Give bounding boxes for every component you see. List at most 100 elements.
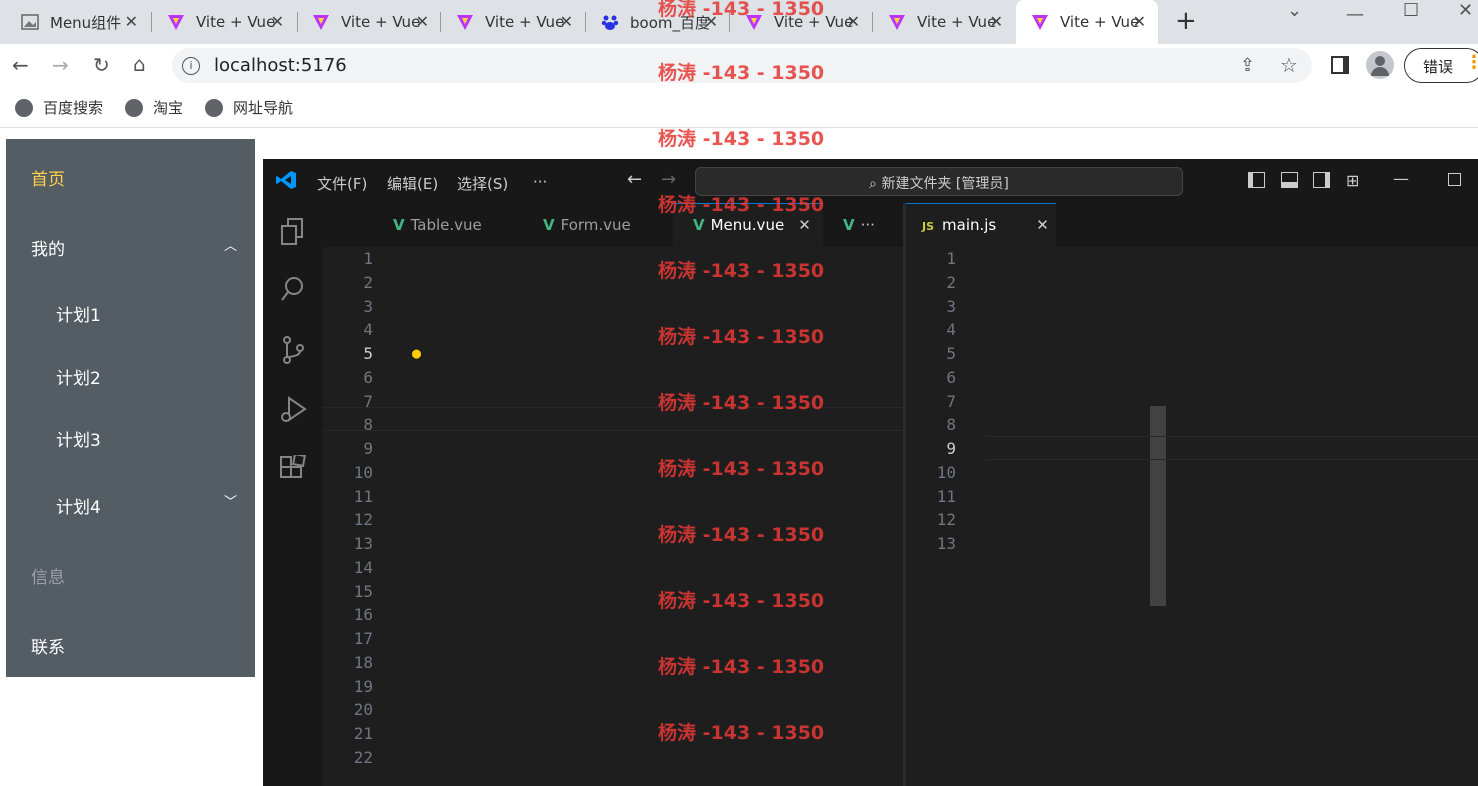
more-icon[interactable]: ⋮ [1465,52,1478,73]
tab-table-vue[interactable]: V Table.vue [393,203,482,247]
watermark: 杨涛 -143 - 1350 [658,392,825,414]
menu-file[interactable]: 文件(F) [317,173,367,194]
minimize-icon[interactable]: — [1346,4,1364,25]
watermark: 杨涛 -143 - 1350 [658,194,825,216]
watermark: 杨涛 -143 - 1350 [658,524,825,546]
menu-item-contact[interactable]: 联系 [31,633,65,658]
source-control-icon[interactable] [278,335,308,365]
vue-icon: V [693,216,705,234]
toggle-secondary-sidebar-icon[interactable] [1313,172,1330,188]
menu-item-plan3[interactable]: 计划3 [56,426,101,451]
chevron-up-icon[interactable]: ︿ [224,235,237,254]
vite-icon [455,12,475,32]
back-icon[interactable]: ← [12,53,29,77]
toggle-sidebar-icon[interactable] [1248,172,1265,188]
watermark: 杨涛 -143 - 1350 [658,656,825,678]
vue-icon: V [843,216,855,234]
maximize-icon[interactable]: ☐ [1403,0,1419,21]
right-code-editor[interactable]: 1 2 3 4 5 6 7 8 9 10 11 12 13 [906,247,1478,786]
watermark: 杨涛 -143 - 1350 [658,0,825,20]
menu-edit[interactable]: 编辑(E) [387,173,438,194]
share-icon[interactable]: ⇪ [1240,55,1255,76]
search-icon[interactable] [278,275,308,305]
browser-tab[interactable]: Vite + Vue ✕ [873,0,1015,44]
reload-icon[interactable]: ↻ [93,53,110,77]
vite-icon [887,12,907,32]
info-icon[interactable]: i [182,57,200,75]
close-icon[interactable]: ✕ [560,12,573,31]
close-icon[interactable]: ✕ [1036,216,1049,234]
chevron-down-icon[interactable]: ﹀ [224,491,237,510]
right-editor-tabs: JS main.js ✕ [906,203,1478,247]
menu-more[interactable]: ··· [533,173,547,191]
vite-icon [166,12,186,32]
close-window-icon[interactable]: ✕ [1458,0,1473,21]
bookmark-item[interactable]: 网址导航 [205,97,293,118]
close-icon[interactable]: ✕ [990,12,1003,31]
chevron-down-icon[interactable]: ⌄ [1287,0,1302,21]
home-icon[interactable]: ⌂ [133,52,146,76]
watermark: 杨涛 -143 - 1350 [658,326,825,348]
menu-item-info-disabled: 信息 [31,568,65,588]
activity-bar [263,203,323,786]
bookmark-item[interactable]: 淘宝 [125,97,183,118]
maximize-icon[interactable] [1448,173,1461,186]
close-icon[interactable]: ✕ [1133,12,1146,31]
back-arrow-icon[interactable]: ← [627,169,642,190]
vite-icon [1030,12,1050,32]
watermark: 杨涛 -143 - 1350 [658,458,825,480]
url-text[interactable]: localhost:5176 [214,55,347,76]
globe-icon [205,98,223,117]
menu-selection[interactable]: 选择(S) [457,173,508,194]
close-icon[interactable]: ✕ [847,12,860,31]
close-icon[interactable]: ✕ [271,12,284,31]
vertical-menu: 首页 我的 ︿ 计划1 计划2 计划3 计划4 ﹀ 信息 联系 [6,139,255,677]
browser-tab[interactable]: Vite + Vue ✕ [152,0,296,44]
globe-icon [125,98,143,117]
vscode-titlebar: 文件(F) 编辑(E) 选择(S) ··· ← → ⌕ 新建文件夹 [管理员] … [263,159,1478,203]
watermark: 杨涛 -143 - 1350 [658,62,825,84]
lightbulb-icon[interactable]: ● [412,344,421,362]
forward-arrow-icon[interactable]: → [661,169,676,190]
menu-item-home[interactable]: 首页 [31,165,65,190]
submenu-plan4[interactable]: 计划4 [56,493,101,518]
toggle-panel-icon[interactable] [1281,172,1298,188]
vite-icon [311,12,331,32]
globe-icon [15,98,33,117]
picture-icon [20,12,40,32]
browser-tab[interactable]: Vite + Vue ✕ [297,0,441,44]
browser-tab[interactable]: Menu组件 ✕ [0,0,150,44]
vscode-window: 文件(F) 编辑(E) 选择(S) ··· ← → ⌕ 新建文件夹 [管理员] … [263,159,1478,786]
profile-avatar[interactable] [1366,51,1394,79]
close-icon[interactable]: ✕ [416,12,429,31]
close-icon[interactable]: ✕ [798,216,811,234]
menu-item-plan1[interactable]: 计划1 [56,301,101,326]
baidu-icon [600,12,620,32]
bookmark-item[interactable]: 百度搜索 [15,97,103,118]
extensions-icon[interactable] [278,453,308,485]
watermark: 杨涛 -143 - 1350 [658,722,825,744]
new-tab-button[interactable]: + [1175,6,1197,36]
close-icon[interactable]: ✕ [125,12,138,31]
star-icon[interactable]: ☆ [1280,53,1298,77]
watermark: 杨涛 -143 - 1350 [658,260,825,282]
watermark: 杨涛 -143 - 1350 [658,128,825,150]
tab-form-vue[interactable]: V Form.vue [543,203,631,247]
minimize-icon[interactable]: — [1393,169,1409,188]
tab-main-js[interactable]: JS main.js ✕ [922,203,1049,247]
js-file-icon: JS [922,220,935,233]
explorer-icon[interactable] [278,217,308,247]
forward-icon[interactable]: → [52,53,69,77]
submenu-mine[interactable]: 我的 [31,235,65,260]
vue-icon: V [393,216,405,234]
browser-tab[interactable]: Vite + Vue ✕ [441,0,585,44]
watermark: 杨涛 -143 - 1350 [658,590,825,612]
menu-item-plan2[interactable]: 计划2 [56,364,101,389]
tab-overflow[interactable]: V ··· [843,203,875,247]
browser-tab-active[interactable]: Vite + Vue ✕ [1016,0,1158,44]
vue-icon: V [543,216,555,234]
layout-icon[interactable]: ⊞ [1346,171,1359,190]
sidebar-icon[interactable] [1331,56,1349,74]
vscode-logo-icon [275,169,297,195]
run-debug-icon[interactable] [278,395,308,425]
